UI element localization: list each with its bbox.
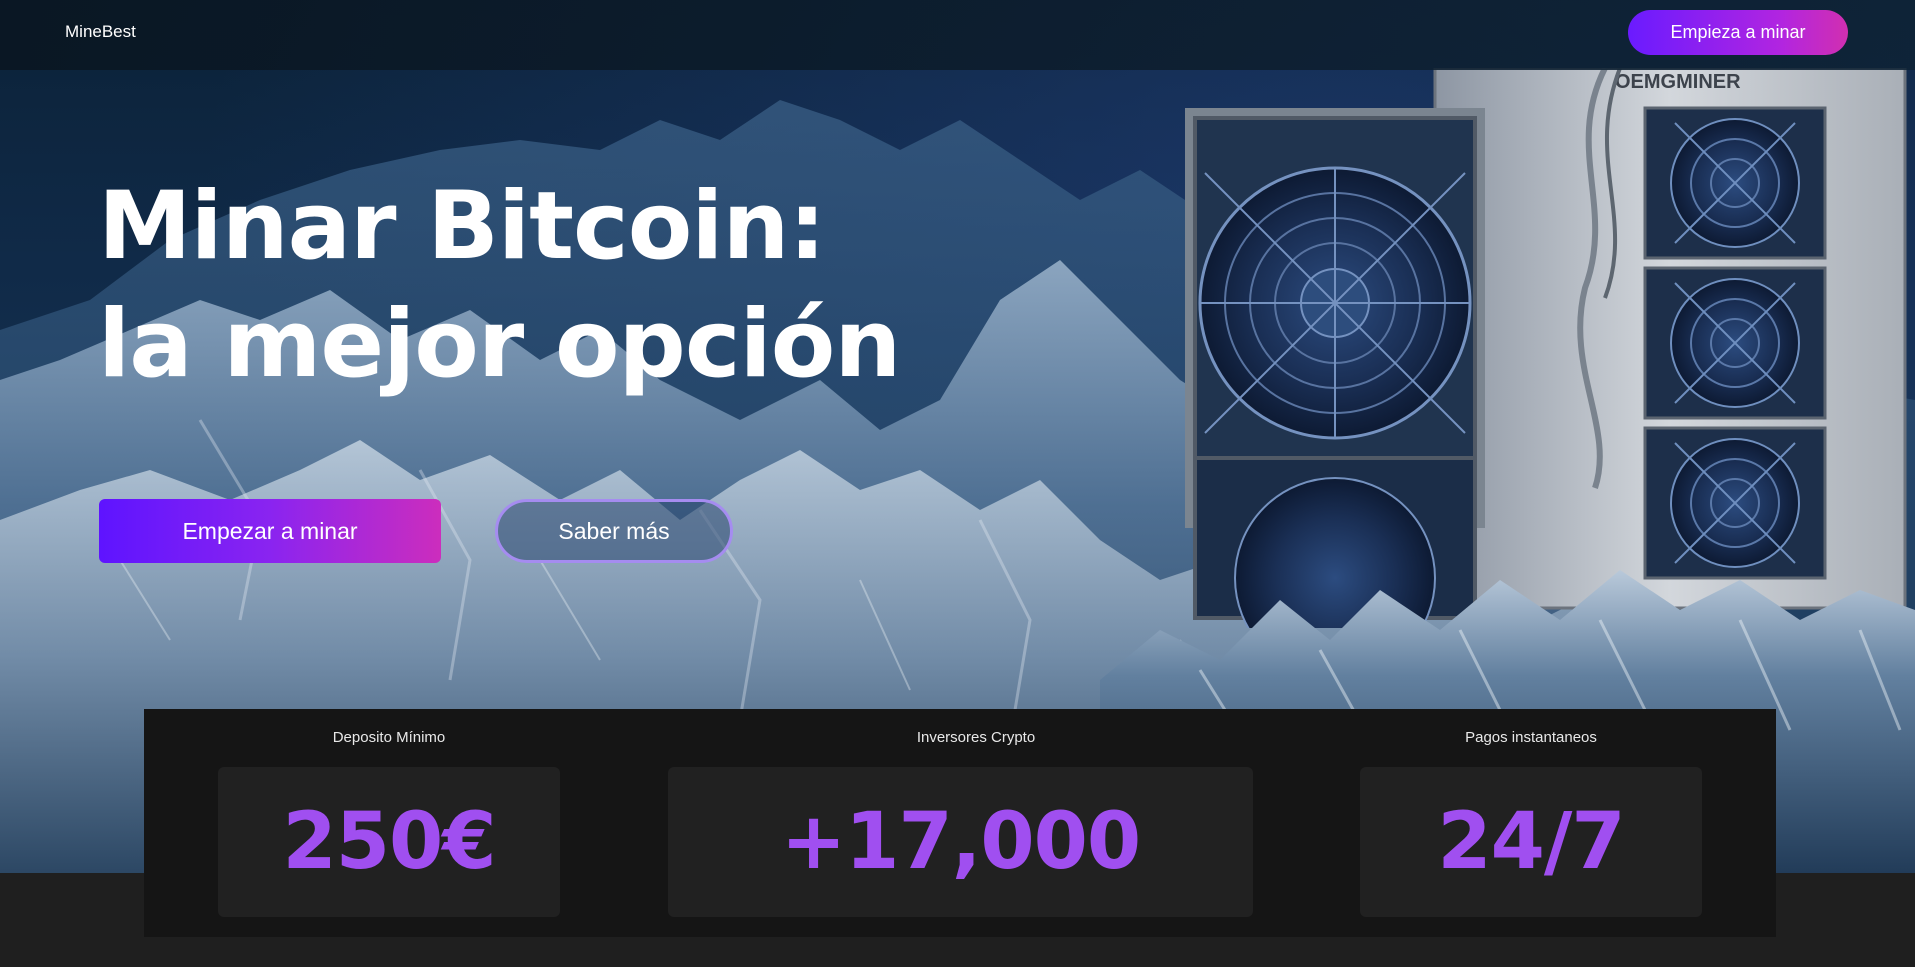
- start-mining-nav-button[interactable]: Empieza a minar: [1628, 10, 1848, 55]
- stat-label: Pagos instantaneos: [1465, 729, 1597, 746]
- miner-brand-text: OEMGMINER: [1615, 71, 1741, 93]
- hero-title: Minar Bitcoin: la mejor opción: [98, 168, 901, 404]
- stat-label: Deposito Mínimo: [332, 729, 446, 746]
- stat-card: +17,000: [668, 767, 1253, 917]
- landing-page: OEMGMINER MineBest Empieza a minar Minar…: [0, 0, 1915, 967]
- top-navbar: MineBest Empieza a minar: [0, 0, 1915, 70]
- hero-title-line-1: Minar Bitcoin:: [98, 172, 826, 281]
- stat-card: 24/7: [1360, 767, 1702, 917]
- stat-label: Inversores Crypto: [916, 729, 1036, 746]
- learn-more-button[interactable]: Saber más: [495, 499, 733, 563]
- stat-value: +17,000: [780, 797, 1141, 887]
- hero-title-line-2: la mejor opción: [98, 290, 901, 399]
- stat-card: 250€: [218, 767, 560, 917]
- brand-logo-text[interactable]: MineBest: [65, 22, 136, 42]
- asic-miner-image: OEMGMINER: [1185, 68, 1907, 628]
- start-mining-button[interactable]: Empezar a minar: [99, 499, 441, 563]
- stat-value: 250€: [282, 797, 496, 887]
- stat-value: 24/7: [1437, 797, 1625, 887]
- stats-panel: Deposito Mínimo 250€ Inversores Crypto +…: [144, 709, 1776, 937]
